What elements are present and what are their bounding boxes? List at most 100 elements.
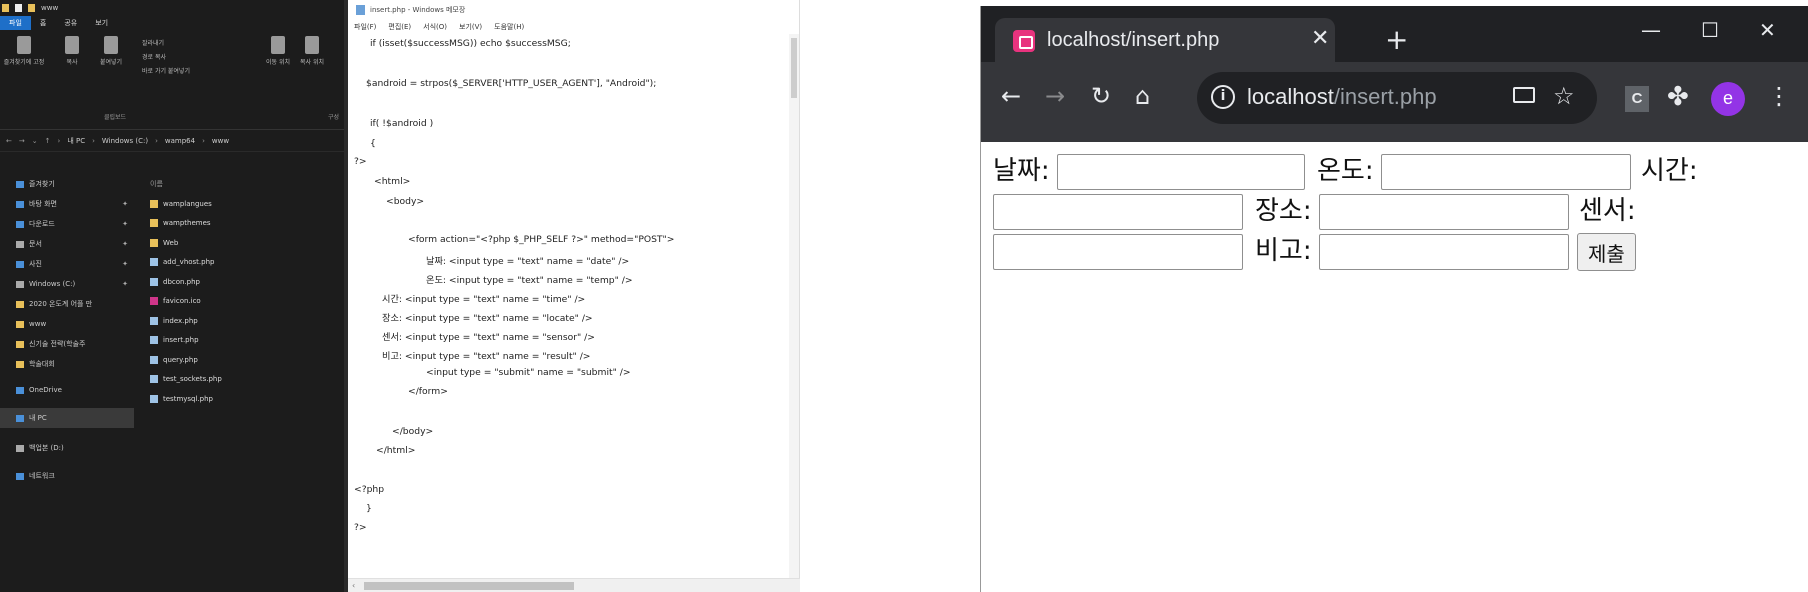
scroll-thumb[interactable]: [364, 582, 574, 590]
bookmark-star-icon[interactable]: ☆: [1553, 82, 1575, 110]
site-info-icon[interactable]: i: [1211, 85, 1235, 109]
nav-item-drive-c[interactable]: Windows (C:) ✦: [0, 274, 134, 294]
result-input[interactable]: [1319, 234, 1569, 270]
recent-dropdown-icon[interactable]: ⌄: [32, 137, 38, 145]
back-arrow-icon[interactable]: ←: [6, 137, 12, 145]
copy-to-button[interactable]: 복사 위치: [300, 36, 324, 66]
nav-item-documents[interactable]: 문서 ✦: [0, 234, 134, 254]
list-item[interactable]: dbcon.php: [150, 272, 348, 292]
nav-item-www[interactable]: www: [0, 314, 134, 334]
url-text[interactable]: localhost/insert.php: [1247, 84, 1437, 110]
breadcrumb-wamp64[interactable]: wamp64: [165, 137, 195, 145]
close-window-icon[interactable]: ✕: [1759, 18, 1776, 42]
column-header-name[interactable]: 이름: [150, 174, 348, 194]
profile-avatar[interactable]: e: [1711, 82, 1745, 116]
up-arrow-icon[interactable]: ↑: [45, 137, 51, 145]
minimize-icon[interactable]: —: [1641, 18, 1661, 42]
notepad-horizontal-scrollbar[interactable]: ‹: [348, 578, 800, 592]
notepad-window-title: insert.php - Windows 메모장: [370, 6, 466, 14]
address-bar[interactable]: i localhost/insert.php ☆: [1197, 72, 1597, 124]
menu-view[interactable]: 보기(V): [459, 22, 482, 32]
nav-item-downloads[interactable]: 다운로드 ✦: [0, 214, 134, 234]
new-folder-icon[interactable]: [28, 4, 35, 12]
nav-item-network[interactable]: 네트워크: [0, 466, 134, 486]
locate-input[interactable]: [1319, 194, 1569, 230]
list-item[interactable]: wampthemes: [150, 214, 348, 234]
list-item[interactable]: query.php: [150, 350, 348, 370]
forward-arrow-icon[interactable]: →: [19, 137, 25, 145]
date-input[interactable]: [1057, 154, 1305, 190]
scroll-thumb[interactable]: [791, 38, 797, 98]
extensions-puzzle-icon[interactable]: ✤: [1667, 82, 1689, 112]
menu-edit[interactable]: 편집(E): [388, 22, 411, 32]
install-app-icon[interactable]: [1513, 87, 1535, 103]
copy-path-button[interactable]: 경로 복사: [142, 52, 166, 61]
code-line: 비고: <input type = "text" name = "result"…: [382, 351, 591, 362]
menu-format[interactable]: 서식(O): [423, 22, 447, 32]
breadcrumb-my-pc[interactable]: 내 PC: [67, 136, 85, 146]
time-input[interactable]: [993, 194, 1243, 230]
notepad-text-area[interactable]: if (isset($successMSG)) echo $successMSG…: [348, 34, 788, 574]
list-item[interactable]: favicon.ico: [150, 292, 348, 312]
pin-quick-access-button[interactable]: 즐겨찾기에 고정: [2, 36, 46, 66]
list-item[interactable]: index.php: [150, 311, 348, 331]
back-arrow-icon[interactable]: ←: [1001, 84, 1021, 108]
star-icon: [16, 180, 24, 188]
ribbon-tab-share[interactable]: 공유: [55, 16, 86, 30]
notepad-vertical-scrollbar[interactable]: [789, 34, 799, 578]
scroll-left-arrow-icon[interactable]: ‹: [352, 581, 355, 590]
menu-help[interactable]: 도움말(H): [494, 22, 524, 32]
folder-icon: [16, 340, 24, 348]
address-bar[interactable]: ← → ⌄ ↑ › 내 PC › Windows (C:) › wamp64 ›…: [0, 130, 348, 152]
pictures-icon: [16, 260, 24, 268]
list-item[interactable]: test_sockets.php: [150, 370, 348, 390]
nav-item-drive-d[interactable]: 백업본 (D:): [0, 438, 134, 458]
list-item[interactable]: add_vhost.php: [150, 253, 348, 273]
list-item[interactable]: Web: [150, 233, 348, 253]
extension-c-icon[interactable]: C: [1625, 86, 1649, 112]
close-tab-icon[interactable]: ✕: [1311, 26, 1329, 51]
drive-icon: [16, 280, 24, 288]
nav-item-my-pc[interactable]: 내 PC: [0, 408, 134, 428]
breadcrumb-www[interactable]: www: [212, 137, 229, 145]
list-item[interactable]: wamplangues: [150, 194, 348, 214]
maximize-icon[interactable]: ☐: [1701, 18, 1719, 42]
ribbon-tab-file[interactable]: 파일: [0, 16, 31, 30]
breadcrumb-drive-c[interactable]: Windows (C:): [102, 137, 148, 145]
menu-file[interactable]: 파일(F): [354, 22, 376, 32]
code-line: 시간: <input type = "text" name = "time" /…: [382, 294, 586, 305]
nav-item-thermometer-app[interactable]: 2020 온도계 어플 만: [0, 294, 134, 314]
nav-item-new-tech[interactable]: 신기술 전략(학술주: [0, 334, 134, 354]
tab-title: localhost/insert.php: [1047, 29, 1220, 51]
code-line: 센서: <input type = "text" name = "sensor"…: [382, 332, 595, 343]
submit-button[interactable]: 제출: [1577, 233, 1636, 271]
explorer-window-title: www: [41, 4, 59, 12]
nav-item-pictures[interactable]: 사진 ✦: [0, 254, 134, 274]
list-item[interactable]: insert.php: [150, 331, 348, 351]
sensor-input[interactable]: [993, 234, 1243, 270]
move-to-button[interactable]: 이동 위치: [266, 36, 290, 66]
temp-input[interactable]: [1381, 154, 1631, 190]
new-tab-button[interactable]: +: [1385, 26, 1408, 54]
php-file-icon: [150, 258, 158, 267]
paste-shortcut-button[interactable]: 바로 가기 붙여넣기: [142, 66, 190, 75]
home-icon[interactable]: ⌂: [1135, 84, 1150, 108]
nav-item-onedrive[interactable]: OneDrive: [0, 380, 134, 400]
cut-button[interactable]: 잘라내기: [142, 38, 164, 47]
nav-item-conference[interactable]: 학술대회: [0, 354, 134, 374]
pin-icon: ✦: [122, 280, 128, 288]
ribbon-tab-home[interactable]: 홈: [31, 16, 55, 30]
properties-icon[interactable]: [15, 4, 22, 12]
copy-button[interactable]: 복사: [60, 36, 84, 66]
code-line: <body>: [386, 196, 425, 207]
nav-item-favorites[interactable]: 즐겨찾기: [0, 174, 134, 194]
paste-button[interactable]: 붙여넣기: [94, 36, 128, 66]
more-menu-icon[interactable]: ⋮: [1767, 82, 1791, 110]
code-line: <html>: [374, 176, 411, 187]
reload-icon[interactable]: ↻: [1091, 84, 1111, 108]
list-item[interactable]: testmysql.php: [150, 389, 348, 409]
forward-arrow-icon[interactable]: →: [1045, 84, 1065, 108]
nav-item-desktop[interactable]: 바탕 화면 ✦: [0, 194, 134, 214]
php-file-icon: [150, 336, 158, 345]
ribbon-tab-view[interactable]: 보기: [86, 16, 117, 30]
